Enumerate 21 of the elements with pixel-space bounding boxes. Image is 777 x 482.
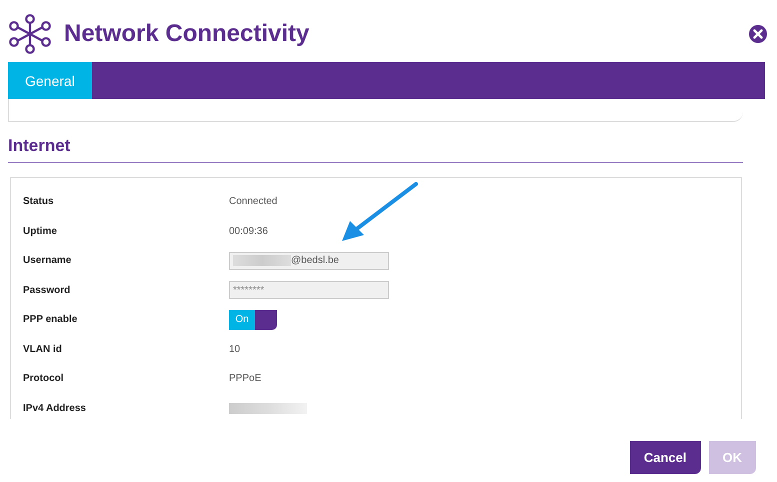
window-title: Network Connectivity [64, 20, 310, 48]
field-value: PPPoE [229, 373, 262, 384]
field-label: Password [23, 284, 72, 296]
dialog-button[interactable]: Cancel [630, 441, 700, 474]
tab[interactable]: General [8, 62, 92, 99]
field-label: Uptime [23, 226, 58, 237]
field-label: Status [23, 196, 55, 208]
network-icon [8, 14, 52, 54]
field-value: 10 [229, 344, 240, 355]
field-value: 00:09:36 [229, 226, 268, 237]
field-value: Connected [229, 196, 278, 208]
input-field[interactable]: @bedsl.be [229, 252, 389, 270]
field-label: IPv4 Address [23, 402, 87, 414]
section-heading: Internet [8, 136, 743, 163]
field-label: PPP enable [23, 314, 78, 326]
close-icon [749, 25, 767, 43]
input-field[interactable]: ******** [229, 281, 389, 300]
field-label: Username [23, 255, 72, 266]
close-button[interactable] [749, 25, 767, 43]
field-label: VLAN id [23, 344, 63, 355]
field-label: Protocol [23, 373, 65, 384]
